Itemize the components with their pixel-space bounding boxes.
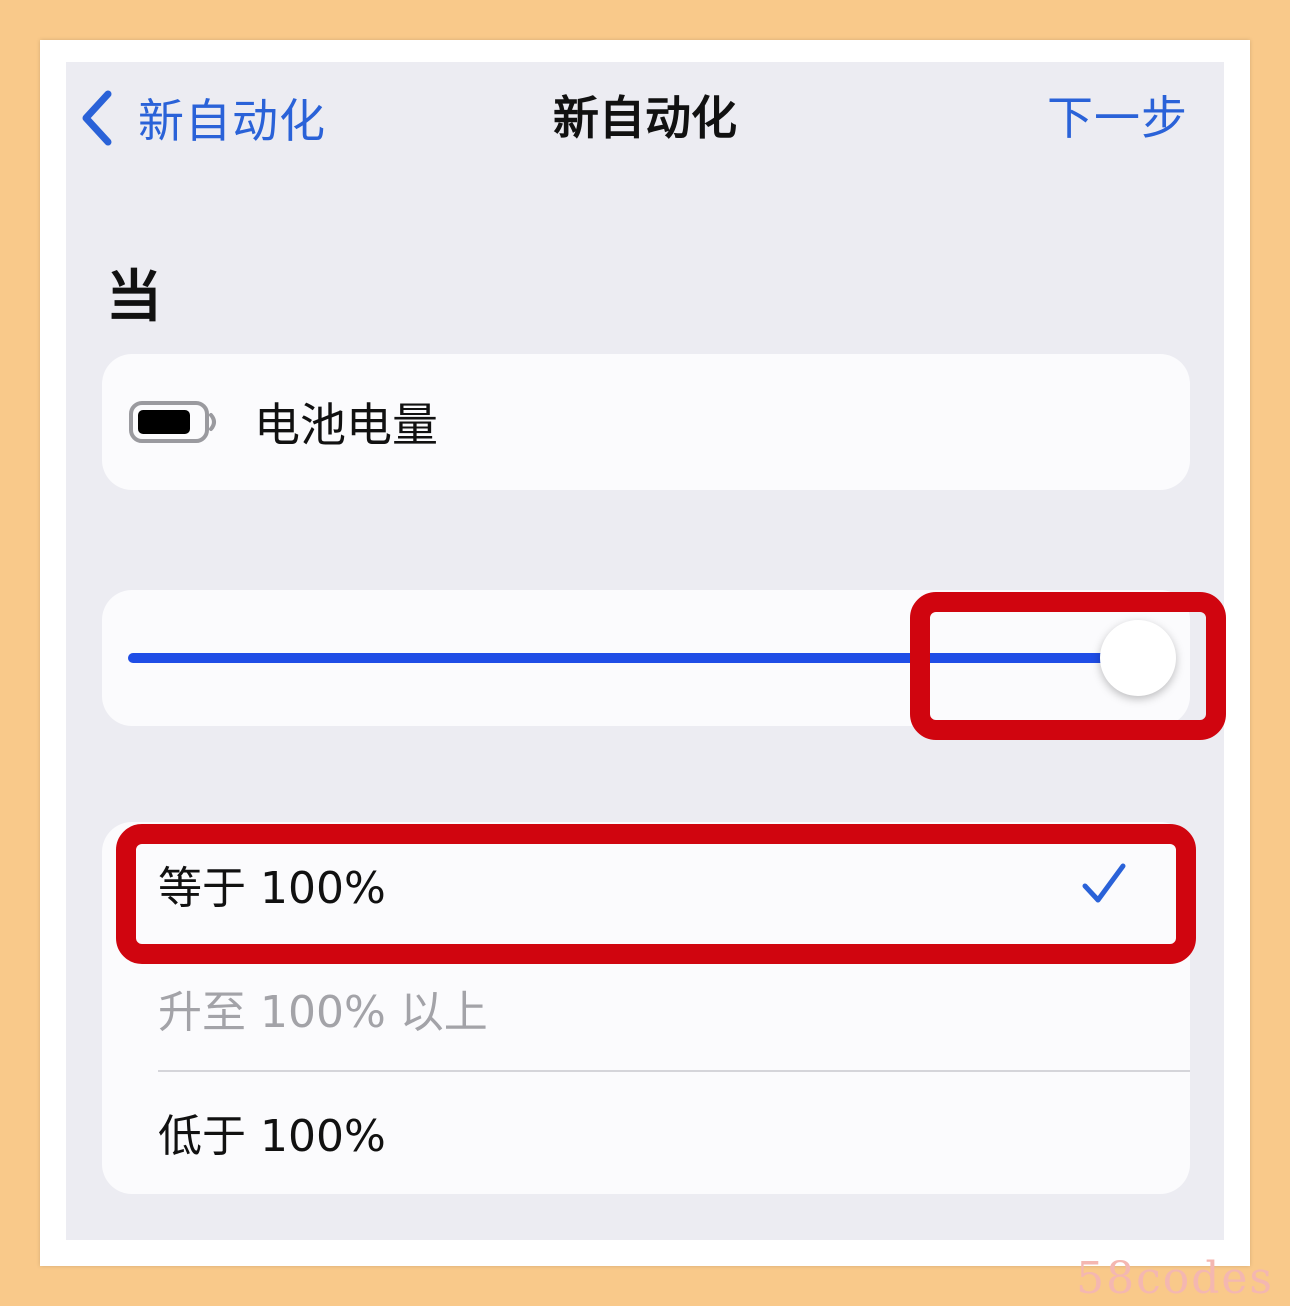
next-button[interactable]: 下一步	[1047, 88, 1188, 148]
section-header: 当	[106, 265, 162, 330]
watermark: 58codes	[1076, 1253, 1274, 1304]
highlight-box-slider	[910, 592, 1226, 740]
option-rise-above: 升至 100% 以上	[102, 946, 1190, 1070]
option-label: 低于 100%	[158, 1111, 386, 1162]
trigger-label: 电池电量	[254, 398, 438, 452]
option-label: 升至 100% 以上	[158, 987, 488, 1038]
highlight-box-option	[116, 824, 1196, 964]
battery-icon	[129, 401, 216, 443]
option-below[interactable]: 低于 100%	[102, 1070, 1190, 1194]
trigger-card[interactable]: 电池电量	[102, 354, 1190, 490]
